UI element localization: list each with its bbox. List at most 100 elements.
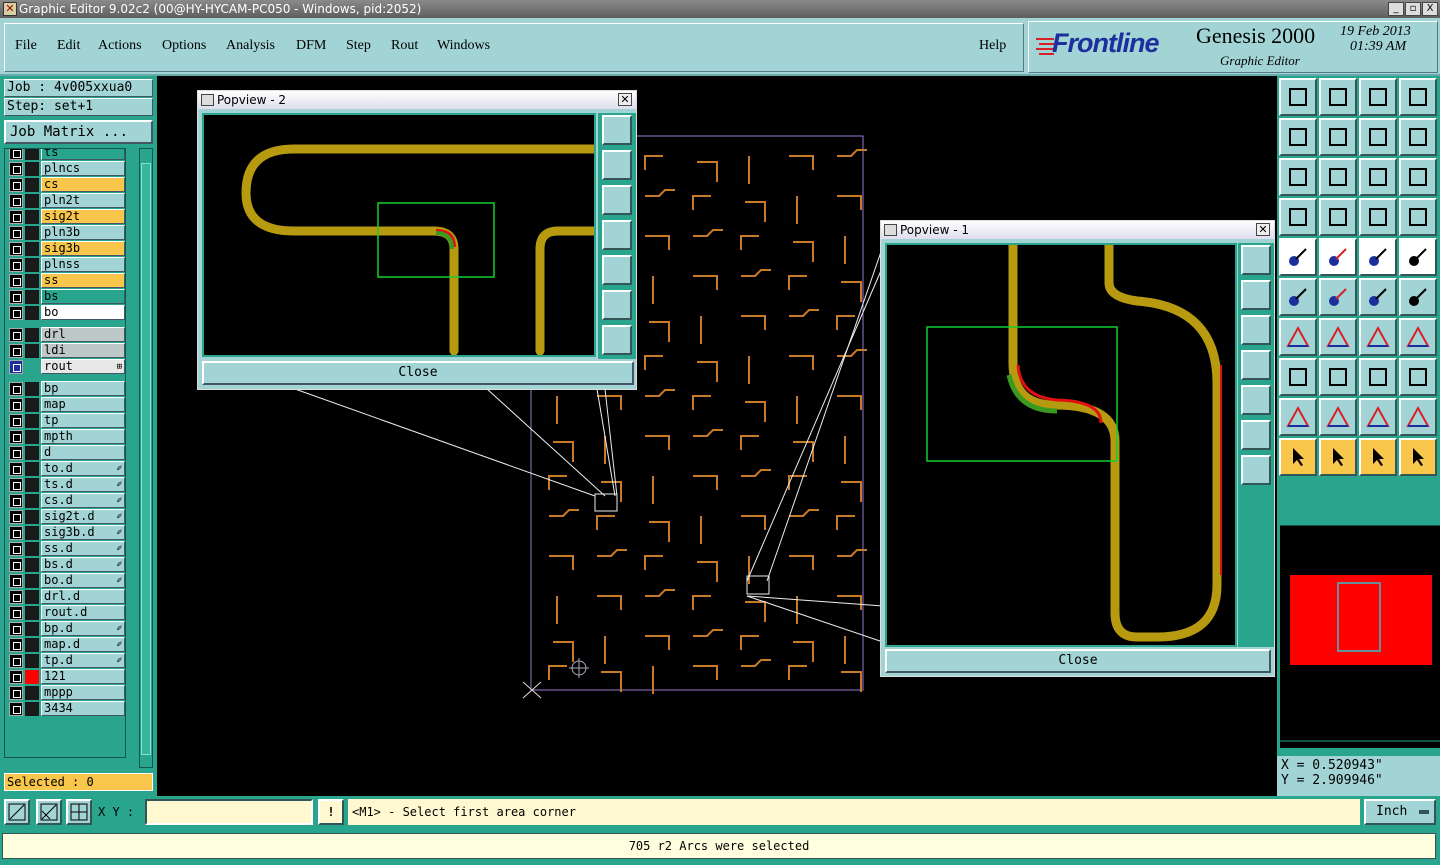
layer-name[interactable]: 121: [41, 669, 125, 684]
grid-snap-button[interactable]: [66, 799, 92, 825]
layer-name[interactable]: sig3b: [41, 241, 125, 256]
layer-color-swatch[interactable]: [25, 494, 39, 508]
layer-row-bo-d[interactable]: bo.d ✐: [7, 573, 125, 588]
popview-zoom-in-button[interactable]: [1241, 420, 1271, 450]
layer-row-d[interactable]: d: [7, 445, 125, 460]
layer-checkbox[interactable]: [9, 670, 23, 684]
layer-color-swatch[interactable]: [25, 590, 39, 604]
layer-color-swatch[interactable]: [25, 274, 39, 288]
layer-checkbox[interactable]: [9, 510, 23, 524]
snap-mode-button[interactable]: [4, 799, 30, 825]
menu-rout[interactable]: Rout: [391, 38, 418, 54]
layer-name[interactable]: plnss: [41, 257, 125, 272]
layer-color-swatch[interactable]: [25, 290, 39, 304]
layer-name[interactable]: bs: [41, 289, 125, 304]
menu-windows[interactable]: Windows: [437, 38, 490, 54]
popview-2-close-icon[interactable]: ✕: [618, 93, 632, 106]
layer-name[interactable]: mpth: [41, 429, 125, 444]
arc-tool-button[interactable]: [1359, 318, 1397, 356]
layer-name[interactable]: sig2t: [41, 209, 125, 224]
layer-color-swatch[interactable]: [25, 542, 39, 556]
job-matrix-button[interactable]: Job Matrix ...: [4, 120, 153, 144]
layer-name[interactable]: ss.d ✐: [41, 541, 125, 556]
menu-edit[interactable]: Edit: [57, 38, 80, 54]
layer-color-swatch[interactable]: [25, 258, 39, 272]
select-net-button[interactable]: [1399, 438, 1437, 476]
layer-checkbox[interactable]: [9, 178, 23, 192]
layer-row-drl-d[interactable]: drl.d: [7, 589, 125, 604]
layer-row-drl[interactable]: drl: [7, 327, 125, 342]
popview-1-title-bar[interactable]: Popview - 1 ✕: [881, 221, 1274, 239]
menu-file[interactable]: File: [15, 38, 37, 54]
redraw-button[interactable]: [1399, 118, 1437, 156]
layer-name[interactable]: cs.d ✐: [41, 493, 125, 508]
angle-tool-button[interactable]: [1279, 398, 1317, 436]
layer-checkbox[interactable]: [9, 638, 23, 652]
help-query-button[interactable]: [1399, 158, 1437, 196]
layer-color-swatch[interactable]: [25, 574, 39, 588]
layer-color-swatch[interactable]: [25, 622, 39, 636]
layer-checkbox[interactable]: [9, 494, 23, 508]
layer-checkbox[interactable]: [9, 542, 23, 556]
window-title-bar[interactable]: ✕ Graphic Editor 9.02c2 (00@HY-HYCAM-PC0…: [0, 0, 1440, 18]
popview-zoom-out-button[interactable]: [602, 325, 632, 355]
group-button[interactable]: [1399, 358, 1437, 396]
layer-color-swatch[interactable]: [25, 478, 39, 492]
layer-row-ldi[interactable]: ldi: [7, 343, 125, 358]
layer-list[interactable]: ts plncs cs pln2t sig2t pln3b sig3b plnss ss bs bo…: [4, 148, 126, 758]
layer-name[interactable]: d: [41, 445, 125, 460]
layer-color-swatch[interactable]: [25, 638, 39, 652]
arch-tool-button[interactable]: [1359, 398, 1397, 436]
add-line-button[interactable]: [1319, 238, 1357, 276]
layer-name[interactable]: pln2t: [41, 193, 125, 208]
layer-checkbox[interactable]: [9, 686, 23, 700]
layer-scrollbar[interactable]: [139, 148, 153, 768]
menu-dfm[interactable]: DFM: [296, 38, 326, 54]
layer-color-swatch[interactable]: [25, 510, 39, 524]
layer-name[interactable]: cs: [41, 177, 125, 192]
layer-row-121[interactable]: 121: [7, 669, 125, 684]
popview-pan-left-button[interactable]: [602, 220, 632, 250]
execute-button[interactable]: !: [318, 799, 344, 825]
select-touch-button[interactable]: [1359, 438, 1397, 476]
add-pad-button[interactable]: [1279, 238, 1317, 276]
layer-row-sig2t[interactable]: sig2t: [7, 209, 125, 224]
layer-checkbox[interactable]: [9, 274, 23, 288]
popview-1-window[interactable]: Popview - 1 ✕ Close: [880, 220, 1275, 677]
layer-color-swatch[interactable]: [25, 306, 39, 320]
popview-2-title-bar[interactable]: Popview - 2 ✕: [198, 91, 636, 109]
layer-color-swatch[interactable]: [25, 430, 39, 444]
layer-checkbox[interactable]: [9, 430, 23, 444]
move-node-button[interactable]: [1279, 278, 1317, 316]
select-box-button[interactable]: [1319, 438, 1357, 476]
layer-name[interactable]: bo: [41, 305, 125, 320]
layer-checkbox[interactable]: [9, 306, 23, 320]
layer-checkbox[interactable]: [9, 162, 23, 176]
layer-name[interactable]: drl: [41, 327, 125, 342]
feature-compare-button[interactable]: [1399, 198, 1437, 236]
add-circle-button[interactable]: [1399, 238, 1437, 276]
zoom-extents-button[interactable]: [1319, 158, 1357, 196]
layer-row-mpth[interactable]: mpth: [7, 429, 125, 444]
layer-row-cs-d[interactable]: cs.d ✐: [7, 493, 125, 508]
layer-color-swatch[interactable]: [25, 686, 39, 700]
layer-row-plnss[interactable]: plnss: [7, 257, 125, 272]
layer-name[interactable]: ts: [41, 149, 125, 160]
layer-row-tp[interactable]: tp: [7, 413, 125, 428]
popview-zoom-fit-button[interactable]: [1241, 245, 1271, 275]
layer-row-pln2t[interactable]: pln2t: [7, 193, 125, 208]
layer-checkbox[interactable]: [9, 478, 23, 492]
layer-checkbox[interactable]: [9, 622, 23, 636]
popview-pan-left-button[interactable]: [1241, 350, 1271, 380]
layer-row-map[interactable]: map: [7, 397, 125, 412]
layer-row-bp[interactable]: bp: [7, 381, 125, 396]
layer-checkbox[interactable]: [9, 290, 23, 304]
popview-pan-right-button[interactable]: [1241, 385, 1271, 415]
layer-color-swatch[interactable]: [25, 194, 39, 208]
close-window-button[interactable]: X: [1422, 2, 1438, 16]
layer-row-pln3b[interactable]: pln3b: [7, 225, 125, 240]
layer-row-sig3b-d[interactable]: sig3b.d ✐: [7, 525, 125, 540]
scrollbar-thumb[interactable]: [141, 163, 151, 755]
layer-name[interactable]: sig3b.d ✐: [41, 525, 125, 540]
minimize-button[interactable]: _: [1388, 2, 1404, 16]
